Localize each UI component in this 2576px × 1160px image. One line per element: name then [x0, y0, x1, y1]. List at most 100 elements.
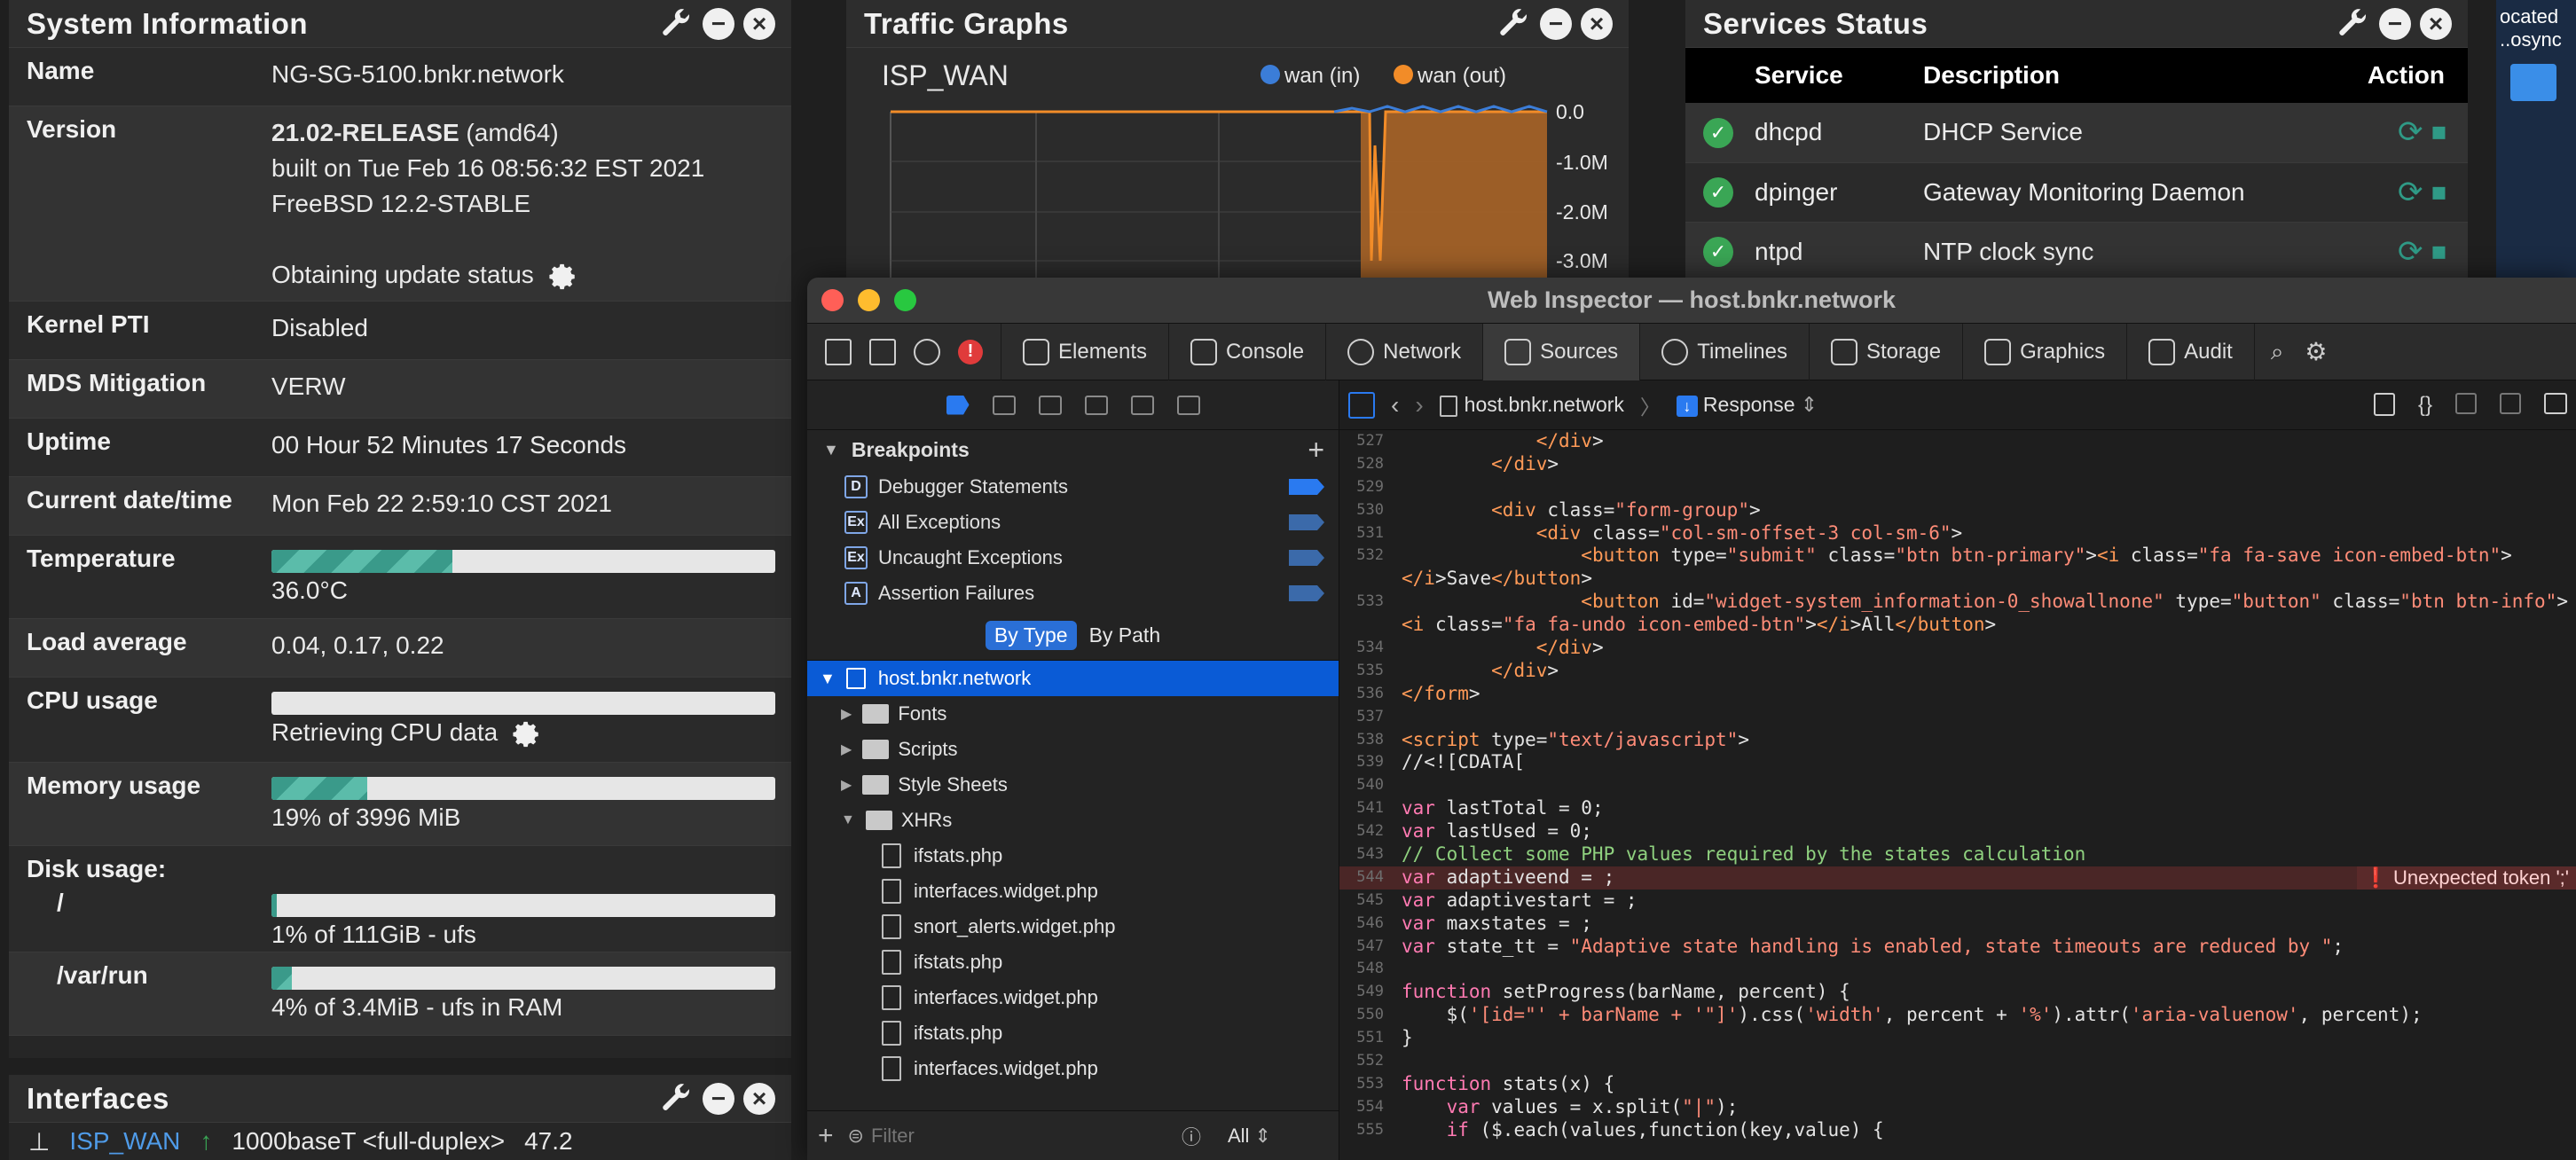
back-icon[interactable]: ‹	[1391, 391, 1399, 419]
disclosure-triangle-icon[interactable]: ▼	[841, 812, 855, 828]
wrench-icon[interactable]	[658, 1081, 694, 1117]
breakpoint-flag-icon[interactable]	[1289, 514, 1324, 530]
tab-audit[interactable]: Audit	[2127, 323, 2255, 380]
restart-icon[interactable]: ⟳	[2398, 115, 2423, 149]
inspector-titlebar[interactable]: Web Inspector — host.bnkr.network	[807, 278, 2576, 324]
stop-icon[interactable]: ⏹	[2431, 115, 2446, 149]
disclosure-triangle-icon[interactable]: ▶	[841, 705, 852, 723]
restart-icon[interactable]: ⟳	[2398, 176, 2423, 209]
line-number[interactable]: 550	[1339, 1004, 1391, 1027]
folder-icon[interactable]	[2510, 64, 2556, 101]
tab-storage[interactable]: Storage	[1810, 323, 1964, 380]
code-line[interactable]: </i>Save</button>	[1339, 568, 2576, 591]
minimize-icon[interactable]: −	[2379, 7, 2411, 40]
xhr-file-item[interactable]: ifstats.php	[807, 1015, 1339, 1051]
code-line[interactable]: 548	[1339, 958, 2576, 981]
breakpoint-flag-icon[interactable]	[1289, 550, 1324, 566]
tab-console[interactable]: Console	[1169, 323, 1327, 380]
code-line[interactable]: 537	[1339, 706, 2576, 729]
minimize-window-button[interactable]	[858, 289, 880, 311]
xhr-file-item[interactable]: snort_alerts.widget.php	[807, 909, 1339, 944]
line-number[interactable]: 536	[1339, 683, 1391, 706]
code-line[interactable]: 549 function setProgress(barName, percent…	[1339, 981, 2576, 1004]
folder-item[interactable]: ▶ Fonts	[807, 696, 1339, 732]
element-picker-icon[interactable]	[914, 338, 940, 365]
step-over-icon[interactable]	[1038, 395, 1062, 415]
line-number[interactable]: 538	[1339, 729, 1391, 752]
code-line[interactable]: 534 </div>	[1339, 637, 2576, 660]
tab-elements[interactable]: Elements	[1001, 323, 1170, 380]
step-out-icon[interactable]	[1130, 395, 1154, 415]
line-number[interactable]: 533	[1339, 591, 1391, 614]
copy-icon[interactable]	[2373, 392, 2395, 416]
wrench-icon[interactable]	[1496, 6, 1531, 42]
code-icon[interactable]	[2500, 392, 2521, 414]
add-breakpoint-icon[interactable]: +	[1308, 434, 1324, 466]
tab-network[interactable]: Network	[1326, 323, 1484, 380]
folder-item[interactable]: ▶ Scripts	[807, 732, 1339, 767]
breakpoints-section-header[interactable]: ▼ Breakpoints +	[807, 430, 1339, 469]
breakpoint-item[interactable]: D Debugger Statements	[807, 469, 1339, 505]
restart-icon[interactable]: ⟳	[2398, 235, 2423, 269]
disclosure-triangle-icon[interactable]: ▼	[823, 441, 839, 459]
code-line[interactable]: 543 // Collect some PHP values required b…	[1339, 843, 2576, 866]
disclosure-triangle-icon[interactable]: ▶	[841, 741, 852, 758]
line-number[interactable]: 548	[1339, 958, 1391, 981]
code-line[interactable]: <i class="fa fa-undo icon-embed-btn"></i…	[1339, 614, 2576, 637]
code-line[interactable]: 527 </div>	[1339, 430, 2576, 453]
line-number[interactable]: 535	[1339, 660, 1391, 683]
line-number[interactable]: 543	[1339, 843, 1391, 866]
interface-name[interactable]: ISP_WAN	[69, 1127, 180, 1156]
stop-icon[interactable]: ⏹	[2431, 176, 2446, 209]
code-line[interactable]: 538 <script type="text/javascript">	[1339, 729, 2576, 752]
breakpoint-flag-icon[interactable]	[1289, 585, 1324, 601]
disclosure-triangle-icon[interactable]: ▼	[820, 670, 836, 688]
line-number[interactable]: 551	[1339, 1027, 1391, 1050]
minimize-icon[interactable]: −	[1540, 7, 1572, 40]
zoom-window-button[interactable]	[894, 289, 916, 311]
pause-icon[interactable]	[992, 395, 1016, 415]
code-line[interactable]: 531 <div class="col-sm-offset-3 col-sm-6…	[1339, 522, 2576, 545]
code-line[interactable]: 530 <div class="form-group">	[1339, 499, 2576, 522]
line-number[interactable]: 531	[1339, 522, 1391, 545]
line-number[interactable]: 544	[1339, 866, 1391, 890]
tab-graphics[interactable]: Graphics	[1963, 323, 2128, 380]
line-number[interactable]: 541	[1339, 797, 1391, 820]
line-number[interactable]: 534	[1339, 637, 1391, 660]
line-number[interactable]: 539	[1339, 751, 1391, 774]
forward-icon[interactable]: ›	[1415, 391, 1423, 419]
xhr-file-item[interactable]: ifstats.php	[807, 944, 1339, 980]
info-icon[interactable]: ⓘ	[1182, 1122, 1201, 1150]
legend-in-label[interactable]: wan (in)	[1284, 64, 1360, 88]
close-icon[interactable]: ×	[743, 7, 775, 40]
code-line[interactable]: 544 var adaptiveend = ; ❗ Unexpected token…	[1339, 866, 2576, 890]
close-icon[interactable]: ×	[1581, 7, 1613, 40]
line-number[interactable]: 532	[1339, 545, 1391, 568]
filter-input[interactable]	[870, 1124, 1164, 1148]
desktop-icon-label[interactable]: ocated ..osync	[2496, 0, 2576, 51]
line-number[interactable]	[1339, 568, 1391, 591]
step-icon[interactable]	[1176, 395, 1200, 415]
xhr-file-item[interactable]: interfaces.widget.php	[807, 980, 1339, 1015]
error-icon[interactable]: !	[958, 339, 983, 364]
code-line[interactable]: 532 <button type="submit" class="btn btn…	[1339, 545, 2576, 568]
step-into-icon[interactable]	[1084, 395, 1108, 415]
wrench-icon[interactable]	[2335, 6, 2370, 42]
breakpoint-item[interactable]: A Assertion Failures	[807, 576, 1339, 611]
line-number[interactable]: 546	[1339, 913, 1391, 936]
code-line[interactable]: 539 //<![CDATA[	[1339, 751, 2576, 774]
breakpoints-toggle-icon[interactable]	[946, 395, 970, 415]
code-line[interactable]: 535 </div>	[1339, 660, 2576, 683]
disclosure-triangle-icon[interactable]: ▶	[841, 776, 852, 794]
sidebar-toggle-icon[interactable]	[1348, 391, 1375, 419]
minimize-icon[interactable]: −	[703, 1082, 734, 1115]
dock-bottom-icon[interactable]	[869, 338, 896, 365]
code-line[interactable]: 541 var lastTotal = 0;	[1339, 797, 2576, 820]
resource-root[interactable]: ▼ host.bnkr.network	[807, 661, 1339, 696]
folder-item[interactable]: ▶ Style Sheets	[807, 767, 1339, 803]
scope-by-type[interactable]: By Type	[985, 621, 1077, 650]
code-line[interactable]: 545 var adaptivestart = ;	[1339, 890, 2576, 913]
format-braces-icon[interactable]: {}	[2418, 393, 2432, 418]
breakpoint-item[interactable]: Ex All Exceptions	[807, 505, 1339, 540]
line-number[interactable]: 542	[1339, 820, 1391, 843]
